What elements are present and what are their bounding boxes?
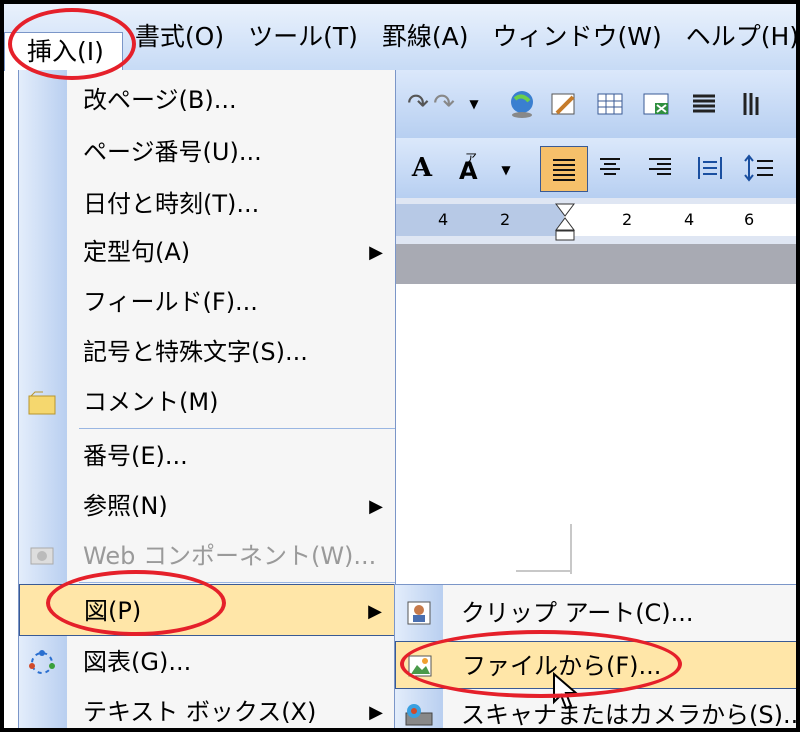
annotation-ellipse-insert	[8, 8, 136, 80]
ruler-tick-label: 2	[622, 210, 633, 229]
submenu-item-clip-art[interactable]: クリップ アート(C)...	[395, 589, 796, 637]
menu-item-caption[interactable]: 番号(E)...	[19, 430, 395, 482]
menu-item-label: テキスト ボックス(X)	[83, 698, 317, 726]
ruler-tick-label: 6	[744, 210, 755, 229]
menu-item-label: 日付と時刻(T)...	[83, 190, 260, 218]
submenu-arrow-icon: ▶	[369, 496, 383, 517]
annotation-ellipse-from-file	[400, 630, 682, 698]
margin-corner-mark	[564, 524, 572, 574]
menu-table[interactable]: 罫線(A)	[370, 4, 481, 70]
menu-item-label: 参照(N)	[83, 492, 168, 520]
insert-menu: 改ページ(B)... ページ番号(U)... 日付と時刻(T)... 定型句(A…	[18, 70, 396, 728]
menu-item-comment[interactable]: コメント(M)	[19, 376, 395, 428]
indent-marker-icon[interactable]	[554, 202, 576, 246]
menu-item-autotext[interactable]: 定型句(A) ▶	[19, 226, 395, 278]
menu-item-label: 改ページ(B)...	[83, 86, 237, 114]
menu-item-field[interactable]: フィールド(F)...	[19, 276, 395, 328]
menu-item-label: 記号と特殊文字(S)...	[83, 338, 308, 366]
menu-item-label: フィールド(F)...	[83, 288, 258, 316]
diagram-icon	[25, 646, 59, 680]
menu-item-symbol[interactable]: 記号と特殊文字(S)...	[19, 326, 395, 378]
menu-item-label: 番号(E)...	[83, 442, 188, 470]
screenshot-frame: 挿入(I) 書式(O) ツール(T) 罫線(A) ウィンドウ(W) ヘルプ(H)…	[0, 0, 800, 732]
ruler-margin-area	[394, 204, 564, 236]
menu-item-diagram[interactable]: 図表(G)...	[19, 636, 395, 688]
menu-format[interactable]: 書式(O)	[123, 4, 236, 70]
annotation-ellipse-picture	[46, 570, 226, 636]
justify-icon[interactable]	[540, 146, 588, 192]
line-spacing-icon[interactable]	[740, 148, 780, 188]
menu-item-reference[interactable]: 参照(N) ▶	[19, 480, 395, 532]
document-top-margin	[394, 244, 796, 284]
ruler-tick-label: 4	[438, 210, 449, 229]
horizontal-ruler[interactable]: 4 2 2 4 6	[394, 198, 796, 246]
submenu-arrow-icon: ▶	[368, 601, 382, 622]
submenu-arrow-icon: ▶	[369, 702, 383, 723]
menu-item-label: ページ番号(U)...	[83, 138, 262, 166]
menu-item-text-box[interactable]: テキスト ボックス(X) ▶	[19, 686, 395, 728]
align-right-icon[interactable]	[640, 148, 680, 188]
ruler-tick-label: 2	[500, 210, 511, 229]
distributed-align-icon[interactable]	[690, 148, 730, 188]
columns-icon[interactable]	[684, 84, 724, 124]
submenu-item-scanner-camera[interactable]: スキャナまたはカメラから(S)...	[395, 691, 796, 728]
phonetic-dropdown-icon[interactable]: ▼	[486, 150, 526, 190]
comment-icon	[25, 386, 59, 420]
menu-separator	[79, 428, 395, 429]
tables-borders-icon[interactable]	[544, 84, 584, 124]
margin-corner-mark	[516, 570, 570, 572]
web-component-icon	[25, 540, 59, 574]
menu-item-label: 図表(G)...	[83, 648, 192, 676]
menu-item-page-numbers[interactable]: ページ番号(U)...	[19, 126, 395, 178]
menu-item-date-time[interactable]: 日付と時刻(T)...	[19, 178, 395, 230]
hyperlink-globe-icon[interactable]	[502, 84, 542, 124]
menu-window[interactable]: ウィンドウ(W)	[480, 4, 673, 70]
menu-help[interactable]: ヘルプ(H)	[674, 4, 796, 70]
menu-tools[interactable]: ツール(T)	[236, 4, 370, 70]
standard-toolbar: ↷ ↷ ▼	[394, 70, 796, 139]
ruler-tick-label: 4	[684, 210, 695, 229]
insert-table-icon[interactable]	[590, 84, 630, 124]
character-shading-icon[interactable]: A	[402, 148, 442, 188]
insert-excel-icon[interactable]	[636, 84, 676, 124]
drawing-icon[interactable]	[734, 84, 774, 124]
menu-item-web-component: Web コンポーネント(W)...	[19, 530, 395, 582]
menu-item-page-break[interactable]: 改ページ(B)...	[19, 74, 395, 126]
clipart-icon	[403, 597, 435, 629]
menu-item-label: コメント(M)	[83, 388, 219, 416]
scanner-icon	[403, 699, 435, 728]
align-center-icon[interactable]	[590, 148, 630, 188]
submenu-item-label: クリップ アート(C)...	[461, 599, 694, 627]
submenu-arrow-icon: ▶	[369, 242, 383, 263]
menu-item-label: 定型句(A)	[83, 238, 191, 266]
formatting-toolbar: A Aア ▼	[394, 138, 796, 199]
svg-text:ア: ア	[465, 153, 477, 165]
redo-dropdown-icon[interactable]: ▼	[454, 84, 494, 124]
